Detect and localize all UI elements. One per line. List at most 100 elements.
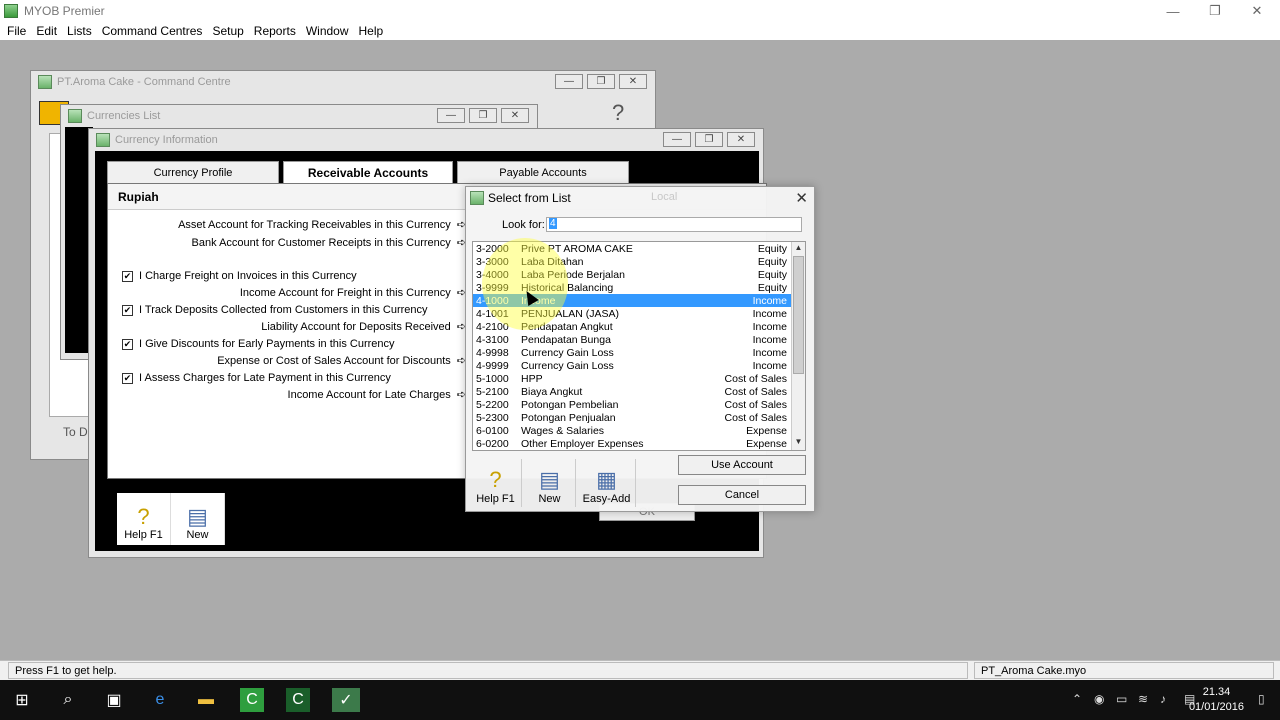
menu-edit[interactable]: Edit	[31, 24, 62, 38]
todo-list-label[interactable]: To D	[63, 425, 88, 439]
status-file-name: PT_Aroma Cake.myo	[974, 662, 1274, 679]
list-item[interactable]: 5-2200 Potongan Pembelian Cost of Sales	[473, 398, 791, 411]
look-for-label: Look for:	[502, 219, 545, 231]
file-explorer-icon[interactable]: ▬	[194, 688, 218, 712]
menu-lists[interactable]: Lists	[62, 24, 97, 38]
maximize-window-button[interactable]: ❐	[695, 132, 723, 147]
menu-reports[interactable]: Reports	[249, 24, 301, 38]
menu-file[interactable]: File	[2, 24, 31, 38]
currencies-list-title: Currencies List	[87, 110, 161, 122]
list-item[interactable]: 3-2000 Prive PT AROMA CAKE Equity	[473, 242, 791, 255]
list-item[interactable]: 3-4000 Laba Periode Berjalan Equity	[473, 268, 791, 281]
liability-deposits-row: Liability Account for Deposits Received …	[261, 320, 466, 334]
myob-app-icon	[4, 4, 18, 18]
tray-network-icon[interactable]: ◉	[1094, 692, 1104, 706]
list-item[interactable]: 6-0200 Other Employer Expenses Expense	[473, 437, 791, 450]
easy-add-button[interactable]: ▦ Easy-Add	[578, 459, 636, 507]
taskbar-clock[interactable]: 21.34 01/01/2016	[1189, 685, 1244, 715]
assess-charges-checkbox[interactable]: ✔ I Assess Charges for Late Payment in t…	[122, 372, 391, 384]
new-button[interactable]: ▤ New	[524, 459, 576, 507]
myob-taskbar-icon[interactable]: ✓	[332, 688, 360, 712]
list-item[interactable]: 3-3000 Laba Ditahan Equity	[473, 255, 791, 268]
menu-command-centres[interactable]: Command Centres	[97, 24, 208, 38]
currency-information-title: Currency Information	[115, 134, 218, 146]
camtasia-recorder-icon[interactable]: C	[286, 688, 310, 712]
app-title: MYOB Premier	[24, 4, 105, 18]
app-title-bar: MYOB Premier	[0, 0, 1280, 22]
new-document-icon: ▤	[187, 504, 208, 529]
clock-date: 01/01/2016	[1188, 701, 1244, 713]
select-from-list-dialog: Select from List Local ✕ Look for: 4 3-2…	[465, 186, 815, 512]
edge-browser-icon[interactable]: e	[148, 688, 172, 712]
easy-add-icon: ▦	[596, 467, 617, 492]
checkbox-checked[interactable]: ✔	[122, 372, 133, 384]
camtasia-icon[interactable]: C	[240, 688, 264, 712]
list-item[interactable]: 4-9999 Currency Gain Loss Income	[473, 359, 791, 372]
tab-payable-accounts[interactable]: Payable Accounts	[457, 161, 629, 183]
command-centre-title: PT.Aroma Cake - Command Centre	[57, 76, 231, 88]
list-item[interactable]: 4-1001 PENJUALAN (JASA) Income	[473, 307, 791, 320]
account-list[interactable]: 3-2000 Prive PT AROMA CAKE Equity 3-3000 La…	[472, 241, 806, 451]
close-icon[interactable]: ✕	[795, 189, 808, 207]
tray-wifi-icon[interactable]: ≋	[1138, 692, 1148, 706]
help-f1-button[interactable]: ? Help F1	[117, 493, 171, 545]
close-app-button[interactable]: ✕	[1234, 0, 1280, 22]
list-item[interactable]: 3-9999 Historical Balancing Equity	[473, 281, 791, 294]
tray-volume-icon[interactable]: ♪	[1160, 692, 1166, 706]
notification-center-icon[interactable]: ▯	[1258, 692, 1265, 706]
checkbox-checked[interactable]: ✔	[122, 304, 133, 316]
track-deposits-checkbox[interactable]: ✔ I Track Deposits Collected from Custom…	[122, 304, 428, 316]
charge-freight-checkbox[interactable]: ✔ I Charge Freight on Invoices in this C…	[122, 270, 357, 282]
list-scrollbar[interactable]: ▲ ▼	[791, 242, 805, 450]
close-window-button[interactable]: ✕	[501, 108, 529, 123]
window-icon	[96, 133, 110, 147]
use-account-button[interactable]: Use Account	[678, 455, 806, 475]
menu-setup[interactable]: Setup	[207, 24, 248, 38]
tray-chevron-icon[interactable]: ⌃	[1072, 692, 1082, 706]
restore-button[interactable]: ❐	[1192, 0, 1238, 22]
help-question-icon[interactable]: ?	[612, 100, 624, 126]
menu-help[interactable]: Help	[354, 24, 389, 38]
windows-start-icon[interactable]: ⊞	[10, 688, 34, 712]
help-f1-button[interactable]: ? Help F1	[470, 459, 522, 507]
scroll-thumb[interactable]	[793, 256, 804, 374]
maximize-window-button[interactable]: ❐	[587, 74, 615, 89]
ghost-label: Local	[651, 191, 678, 203]
scroll-up-icon[interactable]: ▲	[792, 243, 805, 255]
maximize-window-button[interactable]: ❐	[469, 108, 497, 123]
scroll-down-icon[interactable]: ▼	[792, 437, 805, 449]
income-late-row: Income Account for Late Charges ➪	[287, 388, 466, 402]
search-icon[interactable]: ⌕	[56, 688, 80, 712]
checkbox-checked[interactable]: ✔	[122, 270, 133, 282]
list-item[interactable]: 6-0100 Wages & Salaries Expense	[473, 424, 791, 437]
look-for-input[interactable]: 4	[546, 217, 802, 232]
menu-window[interactable]: Window	[301, 24, 354, 38]
close-window-button[interactable]: ✕	[727, 132, 755, 147]
income-freight-row: Income Account for Freight in this Curre…	[239, 286, 466, 300]
new-button[interactable]: ▤ New	[171, 493, 225, 545]
list-item[interactable]: 5-2100 Biaya Angkut Cost of Sales	[473, 385, 791, 398]
tab-receivable-accounts[interactable]: Receivable Accounts	[283, 161, 453, 183]
minimize-window-button[interactable]: —	[663, 132, 691, 147]
tray-battery-icon[interactable]: ▭	[1116, 692, 1127, 706]
store-icon[interactable]: ▣	[102, 688, 126, 712]
list-item[interactable]: 4-3100 Pendapatan Bunga Income	[473, 333, 791, 346]
menu-bar: File Edit Lists Command Centres Setup Re…	[0, 22, 1280, 40]
list-item[interactable]: 5-1000 HPP Cost of Sales	[473, 372, 791, 385]
expense-discounts-row: Expense or Cost of Sales Account for Dis…	[217, 354, 466, 368]
list-item[interactable]: 5-2300 Potongan Penjualan Cost of Sales	[473, 411, 791, 424]
minimize-window-button[interactable]: —	[555, 74, 583, 89]
minimize-window-button[interactable]: —	[437, 108, 465, 123]
minimize-button[interactable]: —	[1150, 0, 1196, 22]
list-item[interactable]: 4-9998 Currency Gain Loss Income	[473, 346, 791, 359]
list-item[interactable]: 4-2100 Pendapatan Angkut Income	[473, 320, 791, 333]
tab-currency-profile[interactable]: Currency Profile	[107, 161, 279, 183]
currency-information-title-bar: Currency Information	[89, 129, 763, 151]
close-window-button[interactable]: ✕	[619, 74, 647, 89]
list-item-selected[interactable]: 4-1000 Income Income	[473, 294, 791, 307]
help-icon: ?	[489, 467, 502, 492]
status-bar: Press F1 to get help. PT_Aroma Cake.myo	[0, 660, 1280, 680]
cancel-button[interactable]: Cancel	[678, 485, 806, 505]
checkbox-checked[interactable]: ✔	[122, 338, 133, 350]
give-discounts-checkbox[interactable]: ✔ I Give Discounts for Early Payments in…	[122, 338, 395, 350]
